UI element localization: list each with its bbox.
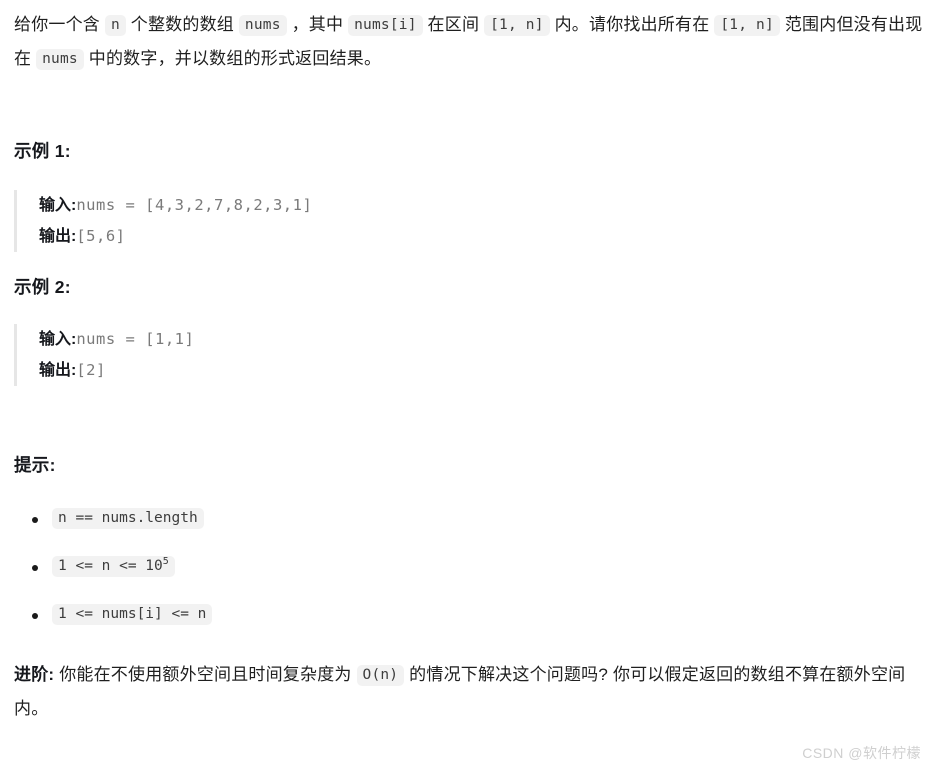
inline-code-n: n bbox=[104, 15, 126, 36]
example-1-heading: 示例 1: bbox=[14, 141, 71, 161]
example-2-input-value: nums = [1,1] bbox=[76, 330, 195, 348]
inline-code-nums-second: nums bbox=[36, 49, 84, 70]
example-2-block: 输入:nums = [1,1] 输出:[2] bbox=[14, 324, 933, 386]
spacer-after-example-1-heading bbox=[14, 164, 933, 190]
csdn-watermark: CSDN @软件柠檬 bbox=[802, 745, 921, 761]
hint-code-2-exponent: 5 bbox=[162, 556, 169, 568]
example-2-heading: 示例 2: bbox=[14, 277, 71, 297]
list-item: 1 <= n <= 105 bbox=[14, 556, 933, 578]
problem-description-page: 给你一个含 n 个整数的数组 nums ，其中 nums[i] 在区间 [1, … bbox=[0, 0, 943, 775]
example-1-output-line: 输出:[5,6] bbox=[39, 221, 933, 252]
example-1-output-value: [5,6] bbox=[76, 227, 126, 245]
intro-text-segment-4: 在区间 bbox=[422, 15, 485, 34]
spacer-after-example-2-heading bbox=[14, 300, 933, 324]
problem-intro-paragraph: 给你一个含 n 个整数的数组 nums ，其中 nums[i] 在区间 [1, … bbox=[14, 8, 933, 76]
example-1-input-line: 输入:nums = [4,3,2,7,8,2,3,1] bbox=[39, 190, 933, 221]
spacer-after-example-2 bbox=[14, 386, 933, 452]
advanced-paragraph: 进阶: 你能在不使用额外空间且时间复杂度为 O(n) 的情况下解决这个问题吗? … bbox=[14, 658, 933, 726]
inline-code-nums: nums bbox=[238, 15, 287, 36]
example-2-output-label: 输出: bbox=[39, 362, 77, 379]
advanced-label: 进阶: bbox=[14, 665, 55, 684]
intro-text-segment-1: 给你一个含 bbox=[14, 15, 105, 34]
spacer-after-hints-heading bbox=[14, 478, 933, 508]
example-2-input-label: 输入: bbox=[39, 331, 77, 348]
hints-list: n == nums.length 1 <= n <= 105 1 <= nums… bbox=[14, 508, 933, 626]
example-1-block: 输入:nums = [4,3,2,7,8,2,3,1] 输出:[5,6] bbox=[14, 190, 933, 252]
spacer-after-intro bbox=[14, 76, 933, 138]
intro-text-segment-2: 个整数的数组 bbox=[125, 15, 239, 34]
inline-code-range-first: [1, n] bbox=[484, 15, 550, 36]
inline-code-range-second: [1, n] bbox=[714, 15, 780, 36]
example-2-input-line: 输入:nums = [1,1] bbox=[39, 324, 933, 355]
hint-code-2-text: 1 <= n <= 10 bbox=[58, 558, 163, 574]
hint-code-1-text: n == nums.length bbox=[58, 510, 198, 526]
hint-code-3-text: 1 <= nums[i] <= n bbox=[58, 606, 207, 622]
example-1-input-value: nums = [4,3,2,7,8,2,3,1] bbox=[76, 196, 313, 214]
intro-text-segment-5: 内。请你找出所有在 bbox=[549, 15, 715, 34]
example-1-input-label: 输入: bbox=[39, 197, 77, 214]
intro-text-segment-7: 中的数字，并以数组的形式返回结果。 bbox=[83, 49, 382, 68]
hint-code-3: 1 <= nums[i] <= n bbox=[52, 604, 213, 625]
example-1-output-label: 输出: bbox=[39, 228, 77, 245]
hint-code-1: n == nums.length bbox=[52, 508, 204, 529]
hint-code-2: 1 <= n <= 105 bbox=[52, 556, 175, 577]
hints-heading: 提示: bbox=[14, 455, 56, 475]
inline-code-big-o: O(n) bbox=[356, 665, 405, 686]
list-item: 1 <= nums[i] <= n bbox=[14, 604, 933, 626]
inline-code-nums-i: nums[i] bbox=[348, 15, 423, 36]
example-2-output-line: 输出:[2] bbox=[39, 355, 933, 386]
example-2-output-value: [2] bbox=[76, 361, 106, 379]
spacer-after-example-1 bbox=[14, 252, 933, 274]
advanced-text-segment-1: 你能在不使用额外空间且时间复杂度为 bbox=[54, 665, 357, 684]
intro-text-segment-3: ，其中 bbox=[286, 15, 349, 34]
list-item: n == nums.length bbox=[14, 508, 933, 530]
